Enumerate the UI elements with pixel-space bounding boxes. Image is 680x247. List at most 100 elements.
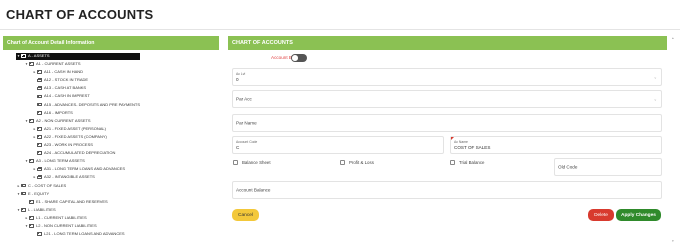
tree-node-label: A3 - LONG TERM ASSETS	[36, 158, 85, 164]
folder-icon	[29, 118, 34, 123]
profit-loss-option[interactable]: Profit & Loss	[340, 160, 374, 165]
tree-node[interactable]: ▾ A - ASSETS	[3, 52, 219, 60]
title-divider	[0, 29, 680, 30]
tree-node-content[interactable]: A12 - STOCK IN TRADE	[32, 77, 88, 84]
page-scrollbar[interactable]: ▴ ▾	[672, 36, 675, 243]
account-code-field[interactable]: Account Code C	[232, 136, 444, 154]
tree-node-label: A31 - LONG TERM LOANS AND ADVANCES	[44, 166, 125, 172]
tree-node-content[interactable]: A15 - ADVANCES- DEPOSITS AND PRE PAYMENT…	[32, 101, 140, 108]
folder-icon	[37, 78, 42, 83]
tree-node-content[interactable]: ▾ A2 - NON CURRENT ASSETS	[24, 117, 91, 124]
chevron-down-icon: ⌄	[653, 96, 657, 102]
tree-node[interactable]: ▸ A31 - LONG TERM LOANS AND ADVANCES	[3, 165, 219, 173]
ac-lvl-field[interactable]: Ac Lvl 0 ⌄	[232, 68, 662, 86]
tree-node[interactable]: ▾ E - EQUITY	[3, 190, 219, 198]
tree-node[interactable]: A12 - STOCK IN TRADE	[3, 76, 219, 84]
cancel-button[interactable]: Cancel	[232, 209, 259, 221]
page-title: CHART OF ACCOUNTS	[6, 7, 154, 22]
account-tree-panel: Chart of Account Detail Information ▾ A -…	[3, 36, 219, 247]
tree-node[interactable]: L21 - LONG TERM LOANS AND ADVANCES	[3, 230, 219, 238]
tree-node-content[interactable]: A16 - IMPORTS	[32, 109, 73, 116]
tree-node-label: A22 - FIXED ASSETS (COMPANY)	[44, 133, 107, 139]
tree-node[interactable]: ▾ L - LIABILITIES	[3, 206, 219, 214]
tree-node[interactable]: ▾ A2 - NON CURRENT ASSETS	[3, 117, 219, 125]
scroll-down-icon[interactable]: ▾	[672, 239, 674, 243]
tree-node-content[interactable]: ▾ E - EQUITY	[16, 190, 50, 197]
tree-node[interactable]: ▸ A22 - FIXED ASSETS (COMPANY)	[3, 133, 219, 141]
tree-node-label: A13 - CASH AT BANKS	[44, 85, 87, 91]
tree-node[interactable]: ▸ A11 - CASH IN HAND	[3, 68, 219, 76]
trial-balance-checkbox[interactable]	[450, 160, 455, 165]
folder-icon	[29, 224, 34, 228]
ac-name-field[interactable]: Ac Name COST OF SALES	[450, 136, 662, 154]
tree-node-content[interactable]: ▾ A3 - LONG TERM ASSETS	[24, 158, 85, 165]
folder-icon	[29, 215, 34, 220]
trial-balance-option[interactable]: Trial Balance	[450, 160, 484, 165]
profit-loss-checkbox[interactable]	[340, 160, 345, 165]
tree-node-content[interactable]: ▸ A22 - FIXED ASSETS (COMPANY)	[32, 133, 107, 140]
delete-button[interactable]: Delete	[588, 209, 614, 221]
tree-node[interactable]: ▸ A32 - INTANGIBLE ASSETS	[3, 173, 219, 181]
account-balance-field[interactable]: Account Balance	[232, 181, 662, 199]
tree-node-content[interactable]: ▸ C - COST OF SALES	[16, 182, 67, 189]
tree-node-content[interactable]: ▾ A1 - CURRENT ASSETS	[24, 61, 81, 68]
tree-node-content[interactable]: ▾ A - ASSETS	[16, 52, 140, 60]
tree-node-content[interactable]: A23 - WORK IN PROCESS	[32, 142, 93, 149]
folder-icon	[29, 159, 34, 164]
tree-node-label: A15 - ADVANCES- DEPOSITS AND PRE PAYMENT…	[44, 101, 141, 107]
tree-node-content[interactable]: E1 - SHARE CAPITAL AND RESERVES	[24, 198, 108, 205]
tree-node-label: A14 - CASH IN IMPREST	[44, 93, 90, 99]
tree-node-label: L2 - NON CURRENT LIABILITIES	[36, 222, 97, 228]
tree-node-content[interactable]: ▾ L - LIABILITIES	[16, 206, 56, 213]
folder-icon	[37, 110, 42, 115]
tree-node[interactable]: ▾ A1 - CURRENT ASSETS	[3, 60, 219, 68]
balance-sheet-label: Balance Sheet	[242, 160, 271, 165]
balance-sheet-option[interactable]: Balance Sheet	[233, 160, 271, 165]
tree-node-content[interactable]: ▸ A31 - LONG TERM LOANS AND ADVANCES	[32, 166, 125, 173]
ac-lvl-label: Ac Lvl	[236, 72, 246, 76]
folder-icon	[37, 232, 42, 236]
form-panel-header: CHART OF ACCOUNTS	[228, 36, 667, 50]
tree-node-content[interactable]: ▸ L1 - CURRENT LIABILITIES	[24, 214, 87, 221]
trial-balance-label: Trial Balance	[459, 160, 485, 165]
account-form-panel: CHART OF ACCOUNTS Account Block Ac Lvl 0…	[228, 36, 667, 232]
apply-changes-button[interactable]: Apply Changes	[616, 209, 661, 221]
tree-node-label: C - COST OF SALES	[28, 182, 67, 188]
folder-icon	[21, 207, 26, 212]
folder-icon	[21, 191, 26, 196]
tree-node-content[interactable]: ▸ A21 - FIXED ASSET (PERSONAL)	[32, 125, 106, 132]
tree-node[interactable]: ▾ A3 - LONG TERM ASSETS	[3, 157, 219, 165]
tree-node[interactable]: A23 - WORK IN PROCESS	[3, 141, 219, 149]
old-code-field[interactable]: Old Code	[554, 158, 662, 176]
folder-icon	[29, 199, 34, 204]
tree-node-content[interactable]: ▸ A11 - CASH IN HAND	[32, 69, 83, 76]
account-block-toggle[interactable]	[291, 54, 307, 62]
folder-icon	[37, 143, 42, 147]
tree-node-label: A12 - STOCK IN TRADE	[44, 77, 89, 83]
tree-node[interactable]: ▸ L1 - CURRENT LIABILITIES	[3, 214, 219, 222]
tree-node-content[interactable]: A24 - ACCUMULATED DEPRECIATION	[32, 150, 115, 157]
tree-node[interactable]: ▸ A21 - FIXED ASSET (PERSONAL)	[3, 125, 219, 133]
tree-node[interactable]: A16 - IMPORTS	[3, 109, 219, 117]
tree-node-content[interactable]: L21 - LONG TERM LOANS AND ADVANCES	[32, 231, 125, 238]
scroll-up-icon[interactable]: ▴	[672, 36, 674, 40]
tree-node[interactable]: E1 - SHARE CAPITAL AND RESERVES	[3, 198, 219, 206]
tree-node[interactable]: A13 - CASH AT BANKS	[3, 84, 219, 92]
tree-node[interactable]: ▾ L2 - NON CURRENT LIABILITIES	[3, 222, 219, 230]
ac-lvl-value: 0	[236, 77, 239, 82]
folder-icon	[37, 86, 42, 91]
par-acc-select[interactable]: Par Acc ⌄	[232, 90, 662, 108]
tree-node-label: L - LIABILITIES	[28, 206, 56, 212]
tree-node[interactable]: A24 - ACCUMULATED DEPRECIATION	[3, 149, 219, 157]
tree-node[interactable]: A15 - ADVANCES- DEPOSITS AND PRE PAYMENT…	[3, 101, 219, 109]
tree-node-label: E - EQUITY	[28, 190, 50, 196]
par-name-field[interactable]: Par Name	[232, 114, 662, 132]
folder-icon	[21, 54, 26, 58]
tree-node-content[interactable]: ▸ A32 - INTANGIBLE ASSETS	[32, 174, 95, 181]
tree-node-content[interactable]: A13 - CASH AT BANKS	[32, 85, 86, 92]
tree-node[interactable]: ▸ C - COST OF SALES	[3, 182, 219, 190]
tree-node-content[interactable]: ▾ L2 - NON CURRENT LIABILITIES	[24, 223, 97, 230]
tree-node[interactable]: A14 - CASH IN IMPREST	[3, 92, 219, 100]
tree-node-content[interactable]: A14 - CASH IN IMPREST	[32, 93, 90, 100]
balance-sheet-checkbox[interactable]	[233, 160, 238, 165]
